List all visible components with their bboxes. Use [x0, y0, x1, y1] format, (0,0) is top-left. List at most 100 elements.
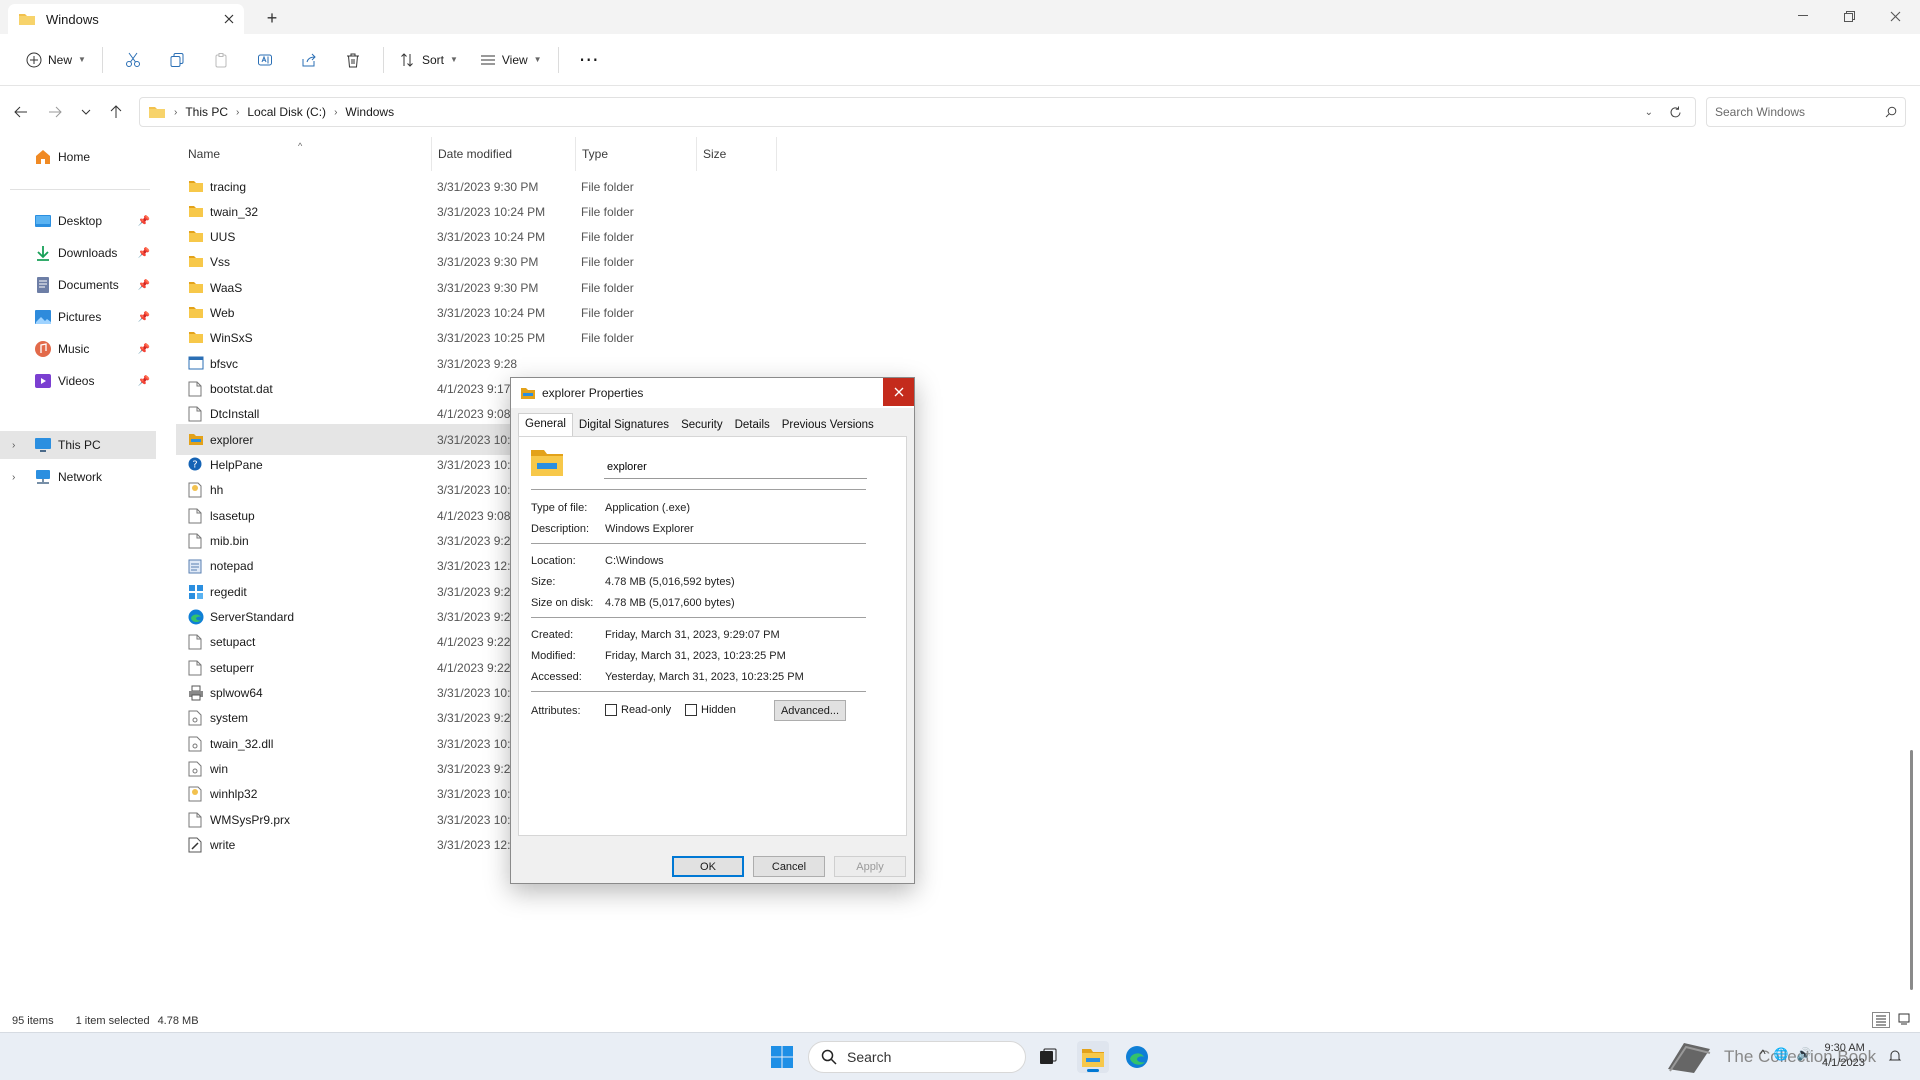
ok-button[interactable]: OK [672, 856, 744, 877]
sidebar-item-music[interactable]: Music 📌 [0, 335, 156, 363]
tab-general[interactable]: General [518, 413, 573, 437]
start-button[interactable] [766, 1041, 798, 1073]
file-date: 3/31/2023 10:24 PM [437, 306, 546, 321]
tab-details[interactable]: Details [729, 415, 776, 437]
rename-button[interactable] [243, 43, 287, 77]
file-name-cell: regedit [188, 584, 247, 600]
notepad-icon [188, 558, 204, 574]
sidebar-item-documents[interactable]: Documents 📌 [0, 271, 156, 299]
up-button[interactable] [101, 99, 131, 125]
back-button[interactable] [6, 99, 36, 125]
search-box[interactable]: Search Windows [1706, 97, 1906, 127]
tiles-view-icon[interactable] [1896, 1012, 1912, 1028]
breadcrumb-this-pc[interactable]: This PC [185, 105, 228, 119]
pin-icon[interactable]: 📌 [138, 312, 150, 323]
network-globe-icon[interactable]: 🌐 [1774, 1047, 1789, 1061]
tab-previous-versions[interactable]: Previous Versions [776, 415, 880, 437]
advanced-button[interactable]: Advanced... [774, 700, 846, 721]
table-row[interactable]: write3/31/2023 12:52 PMApplication28 KB [176, 830, 1876, 861]
taskbar-search[interactable]: Search [808, 1041, 1026, 1073]
column-header-date[interactable]: Date modified [432, 137, 576, 171]
tab-windows[interactable]: Windows [8, 4, 244, 34]
apply-button[interactable]: Apply [834, 856, 906, 877]
view-toggle-group [1872, 1012, 1912, 1028]
cut-button[interactable] [111, 43, 155, 77]
folder-icon [18, 12, 36, 26]
sidebar-item-desktop[interactable]: Desktop 📌 [0, 207, 156, 235]
tab-security[interactable]: Security [675, 415, 729, 437]
checkbox-box[interactable] [605, 704, 617, 716]
copy-button[interactable] [155, 43, 199, 77]
sidebar-item-pictures[interactable]: Pictures 📌 [0, 303, 156, 331]
new-tab-button[interactable]: + [258, 7, 286, 29]
details-view-icon[interactable] [1872, 1012, 1890, 1028]
file-icon [188, 508, 204, 524]
refresh-button[interactable] [1660, 102, 1690, 122]
scrollbar-thumb[interactable] [1910, 750, 1913, 990]
pin-icon[interactable]: 📌 [138, 344, 150, 355]
address-bar[interactable]: › This PC › Local Disk (C:) › Windows ⌄ [139, 97, 1696, 127]
breadcrumb-local-disk[interactable]: Local Disk (C:) [247, 105, 326, 119]
sidebar-item-videos[interactable]: Videos 📌 [0, 367, 156, 395]
clock[interactable]: 9:30 AM 4/1/2023 [1822, 1041, 1865, 1071]
file-icon [188, 812, 204, 828]
restore-button[interactable] [1826, 0, 1872, 32]
notification-icon[interactable] [1888, 1049, 1902, 1063]
sort-button[interactable]: Sort ▼ [392, 43, 466, 77]
column-header-size[interactable]: Size [697, 137, 777, 171]
share-button[interactable] [287, 43, 331, 77]
recent-locations-button[interactable] [71, 99, 101, 125]
sidebar-item-network[interactable]: › Network [0, 463, 156, 491]
column-header-name[interactable]: Name ^ [182, 137, 432, 171]
chevron-right-icon[interactable]: › [12, 472, 34, 483]
address-dropdown-icon[interactable]: ⌄ [1645, 107, 1653, 118]
minimize-button[interactable] [1780, 0, 1826, 32]
delete-button[interactable] [331, 43, 375, 77]
sidebar-item-label: Videos [58, 374, 95, 388]
pin-icon[interactable]: 📌 [138, 248, 150, 259]
file-date: 3/31/2023 10:24 PM [437, 204, 546, 219]
pin-icon[interactable]: 📌 [138, 376, 150, 387]
close-window-button[interactable] [1872, 0, 1918, 32]
created-label: Created: [531, 629, 574, 641]
file-type: File folder [581, 280, 634, 295]
dialog-title-bar[interactable]: explorer Properties [511, 378, 914, 408]
file-name-cell: WinSxS [188, 330, 253, 346]
sidebar-item-home[interactable]: Home [0, 143, 156, 171]
breadcrumb-windows[interactable]: Windows [345, 105, 394, 119]
hidden-checkbox[interactable]: Hidden [685, 704, 736, 716]
file-type: File folder [581, 255, 634, 270]
pin-icon[interactable]: 📌 [138, 216, 150, 227]
volume-icon[interactable]: 🔊 [1797, 1047, 1812, 1061]
edge-icon [1126, 1046, 1148, 1068]
search-icon [1885, 106, 1897, 118]
network-icon [36, 470, 50, 484]
view-button[interactable]: View ▼ [472, 43, 550, 77]
file-name-field[interactable] [604, 455, 867, 479]
sidebar-item-downloads[interactable]: Downloads 📌 [0, 239, 156, 267]
taskbar-edge[interactable] [1121, 1041, 1153, 1073]
file-name-cell: write [188, 837, 235, 853]
location-label: Location: [531, 555, 576, 567]
pin-icon[interactable]: 📌 [138, 280, 150, 291]
dialog-title: explorer Properties [542, 386, 644, 400]
readonly-checkbox[interactable]: Read-only [605, 704, 671, 716]
column-header-type[interactable]: Type [576, 137, 697, 171]
cancel-button[interactable]: Cancel [753, 856, 825, 877]
sidebar-item-this-pc[interactable]: › This PC [0, 431, 156, 459]
dialog-close-button[interactable] [883, 378, 914, 406]
tab-close-icon[interactable] [224, 14, 234, 24]
paste-button[interactable] [199, 43, 243, 77]
new-button[interactable]: New ▼ [18, 43, 94, 77]
tab-digital-signatures[interactable]: Digital Signatures [573, 415, 675, 437]
more-options-button[interactable]: ⋯ [567, 43, 611, 77]
forward-button[interactable] [40, 99, 70, 125]
checkbox-box[interactable] [685, 704, 697, 716]
tray-chevron-icon[interactable]: ^ [1760, 1047, 1766, 1061]
divider [101, 46, 103, 73]
sidebar-item-label: Documents [58, 278, 119, 292]
file-icon [188, 533, 204, 549]
task-view-button[interactable] [1032, 1041, 1064, 1073]
chevron-right-icon[interactable]: › [12, 440, 34, 451]
taskbar-file-explorer[interactable] [1077, 1041, 1109, 1073]
